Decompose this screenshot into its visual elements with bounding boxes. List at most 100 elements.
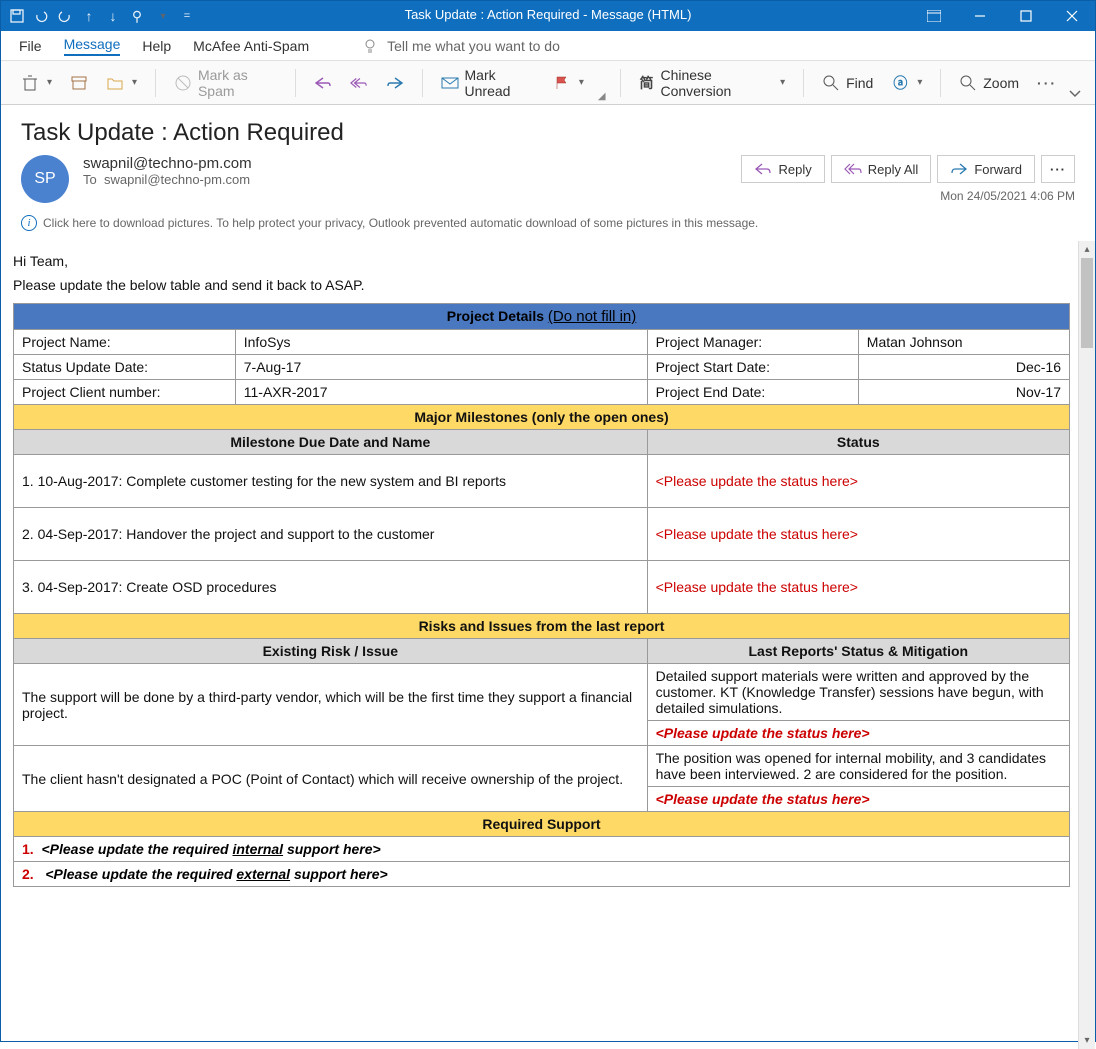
- risk-col1: Existing Risk / Issue: [14, 639, 648, 664]
- message-header: Task Update : Action Required SP swapnil…: [1, 105, 1095, 241]
- reply-label: Reply: [778, 162, 811, 177]
- more-actions-button[interactable]: ···: [1041, 155, 1075, 183]
- chinese-label: Chinese Conversion: [660, 67, 772, 99]
- reply-ribbon-button[interactable]: [308, 70, 338, 96]
- milestone-col2: Status: [647, 430, 1069, 455]
- chinese-icon: 简: [639, 74, 655, 92]
- menu-file[interactable]: File: [19, 38, 42, 54]
- menu-help[interactable]: Help: [142, 38, 171, 54]
- menu-message[interactable]: Message: [64, 36, 121, 56]
- redo-icon[interactable]: [57, 8, 73, 24]
- forward-button[interactable]: Forward: [937, 155, 1035, 183]
- undo-icon[interactable]: [33, 8, 49, 24]
- message-subject: Task Update : Action Required: [21, 119, 1075, 147]
- zoom-icon: [959, 74, 977, 92]
- lightbulb-icon: [361, 37, 379, 55]
- support-row-1: 1. <Please update the required internal …: [14, 837, 1070, 862]
- flag-button[interactable]: ▾: [547, 70, 590, 96]
- tell-me[interactable]: Tell me what you want to do: [361, 37, 560, 55]
- attach-icon[interactable]: ⚲: [129, 8, 145, 24]
- down-arrow-icon[interactable]: ↓: [105, 8, 121, 24]
- forward-ribbon-button[interactable]: [380, 70, 410, 96]
- delete-button[interactable]: ▾: [15, 70, 58, 96]
- dialog-launcher-icon[interactable]: ◢: [596, 91, 608, 104]
- privacy-bar[interactable]: i Click here to download pictures. To he…: [21, 211, 1075, 235]
- move-button[interactable]: ▾: [100, 70, 143, 96]
- ribbon: ▾ ▾ Mark as Spam Mark Unread ▾ ◢ 简 Chines…: [1, 61, 1095, 105]
- reply-all-arrow-icon: [844, 160, 862, 178]
- proj-name-label: Project Name:: [14, 330, 236, 355]
- reply-button[interactable]: Reply: [741, 155, 824, 183]
- message-body: Hi Team, Please update the below table a…: [1, 241, 1078, 1049]
- mark-unread-button[interactable]: Mark Unread: [435, 63, 541, 103]
- spam-icon: [174, 74, 192, 92]
- mark-spam-button[interactable]: Mark as Spam: [168, 63, 283, 103]
- folder-move-icon: [106, 74, 124, 92]
- support-row-2: 2. <Please update the required external …: [14, 862, 1070, 887]
- proj-name-value: InfoSys: [235, 330, 647, 355]
- find-label: Find: [846, 75, 873, 91]
- sender-email: swapnil@techno-pm.com: [83, 155, 727, 172]
- milestones-section-header: Major Milestones (only the open ones): [14, 405, 1070, 430]
- up-arrow-icon[interactable]: ↑: [81, 8, 97, 24]
- status-date-value: 7-Aug-17: [235, 355, 647, 380]
- end-date-value: Nov-17: [858, 380, 1069, 405]
- menubar: File Message Help McAfee Anti-Spam Tell …: [1, 31, 1095, 61]
- project-section-header: Project Details (Do not fill in): [14, 304, 1070, 330]
- body-line1: Please update the below table and send i…: [13, 277, 1070, 293]
- menu-mcafee[interactable]: McAfee Anti-Spam: [193, 38, 309, 54]
- close-icon[interactable]: [1049, 1, 1095, 31]
- scroll-thumb[interactable]: [1081, 258, 1093, 348]
- translate-button[interactable]: ⓐ▾: [885, 70, 928, 96]
- start-date-value: Dec-16: [858, 355, 1069, 380]
- ribbon-mode-icon[interactable]: [911, 1, 957, 31]
- proj-mgr-value: Matan Johnson: [858, 330, 1069, 355]
- chinese-conversion-button[interactable]: 简Chinese Conversion▾: [633, 63, 792, 103]
- reply-all-button[interactable]: Reply All: [831, 155, 932, 183]
- archive-icon: [70, 74, 88, 92]
- risks-section-header: Risks and Issues from the last report: [14, 614, 1070, 639]
- body-greeting: Hi Team,: [13, 253, 1070, 269]
- zoom-button[interactable]: Zoom: [953, 70, 1025, 96]
- minimize-icon[interactable]: [957, 1, 1003, 31]
- collapse-ribbon-icon[interactable]: [1069, 85, 1081, 104]
- project-table: Project Details (Do not fill in) Project…: [13, 303, 1070, 887]
- client-num-value: 11-AXR-2017: [235, 380, 647, 405]
- to-label: To: [83, 172, 97, 187]
- more-commands-button[interactable]: ···: [1031, 71, 1063, 95]
- end-date-label: Project End Date:: [647, 380, 858, 405]
- save-icon[interactable]: [9, 8, 25, 24]
- table-row: The client hasn't designated a POC (Poin…: [14, 746, 1070, 787]
- support-section-header: Required Support: [14, 812, 1070, 837]
- scroll-down-icon[interactable]: ▾: [1079, 1032, 1095, 1049]
- tell-me-text: Tell me what you want to do: [387, 38, 560, 54]
- avatar: SP: [21, 155, 69, 203]
- table-row: 2. 04-Sep-2017: Handover the project and…: [14, 508, 1070, 561]
- forward-label: Forward: [974, 162, 1022, 177]
- table-row: 1. 10-Aug-2017: Complete customer testin…: [14, 455, 1070, 508]
- start-date-label: Project Start Date:: [647, 355, 858, 380]
- reply-all-ribbon-button[interactable]: [344, 70, 374, 96]
- search-icon: [822, 74, 840, 92]
- forward-arrow-icon: [386, 74, 404, 92]
- zoom-label: Zoom: [983, 75, 1019, 91]
- proj-mgr-label: Project Manager:: [647, 330, 858, 355]
- scroll-up-icon[interactable]: ▴: [1079, 241, 1095, 258]
- table-row: The support will be done by a third-part…: [14, 664, 1070, 721]
- translate-icon: ⓐ: [891, 74, 909, 92]
- milestone-col1: Milestone Due Date and Name: [14, 430, 648, 455]
- qat-dropdown-icon[interactable]: ▾: [155, 8, 171, 24]
- privacy-text: Click here to download pictures. To help…: [43, 216, 758, 230]
- maximize-icon[interactable]: [1003, 1, 1049, 31]
- find-button[interactable]: Find: [816, 70, 879, 96]
- mark-unread-label: Mark Unread: [465, 67, 535, 99]
- mark-spam-label: Mark as Spam: [198, 67, 277, 99]
- reply-arrow-icon: [754, 160, 772, 178]
- table-row: 1. <Please update the required internal …: [14, 837, 1070, 862]
- qat-overflow-icon[interactable]: =: [179, 8, 195, 24]
- envelope-icon: [441, 74, 459, 92]
- archive-button[interactable]: [64, 70, 94, 96]
- client-num-label: Project Client number:: [14, 380, 236, 405]
- trash-icon: [21, 74, 39, 92]
- vertical-scrollbar[interactable]: ▴ ▾: [1078, 241, 1095, 1049]
